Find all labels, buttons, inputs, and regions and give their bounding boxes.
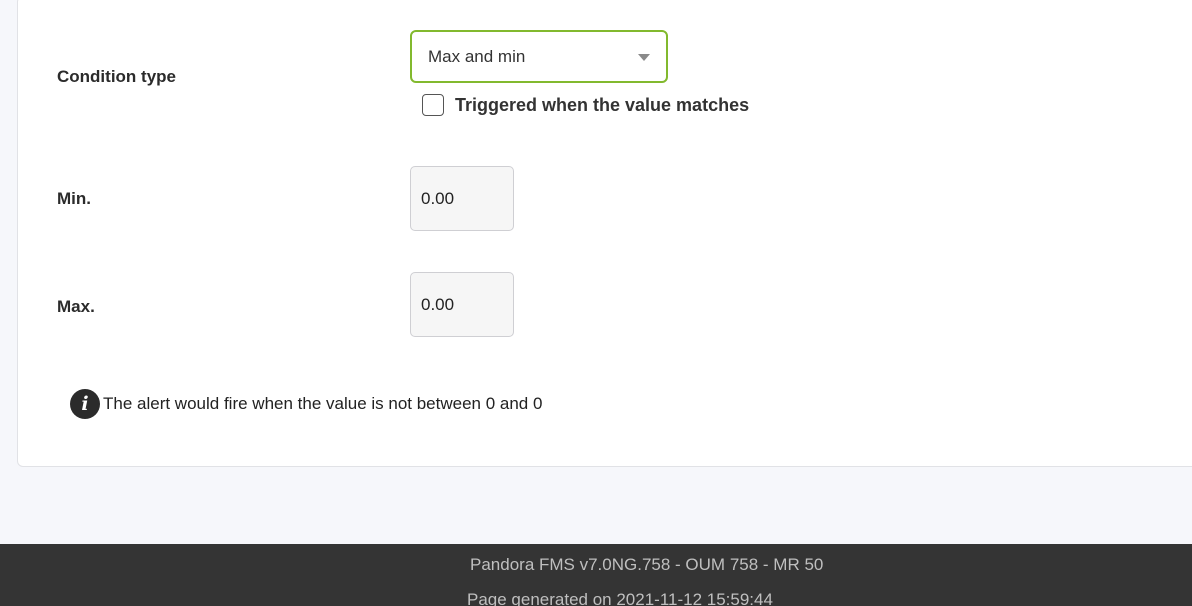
min-input[interactable] <box>410 166 514 231</box>
footer-generated: Page generated on 2021-11-12 15:59:44 <box>467 590 773 606</box>
condition-type-selected-value: Max and min <box>428 46 526 66</box>
max-label: Max. <box>57 297 95 316</box>
chevron-down-icon <box>638 54 650 61</box>
max-input[interactable] <box>410 272 514 337</box>
footer: Pandora FMS v7.0NG.758 - OUM 758 - MR 50… <box>0 544 1192 606</box>
page: Condition type Max and min Triggered whe… <box>0 0 1192 606</box>
alert-info-message: i The alert would fire when the value is… <box>70 389 542 419</box>
alert-info-text: The alert would fire when the value is n… <box>103 394 543 413</box>
condition-type-select[interactable]: Max and min <box>410 30 668 83</box>
footer-version: Pandora FMS v7.0NG.758 - OUM 758 - MR 50 <box>470 555 824 574</box>
info-icon: i <box>70 389 100 419</box>
condition-type-label: Condition type <box>57 67 176 86</box>
triggered-when-matches-row: Triggered when the value matches <box>422 94 749 116</box>
triggered-when-matches-checkbox[interactable] <box>422 94 444 116</box>
min-label: Min. <box>57 189 91 208</box>
triggered-when-matches-label[interactable]: Triggered when the value matches <box>455 95 749 116</box>
